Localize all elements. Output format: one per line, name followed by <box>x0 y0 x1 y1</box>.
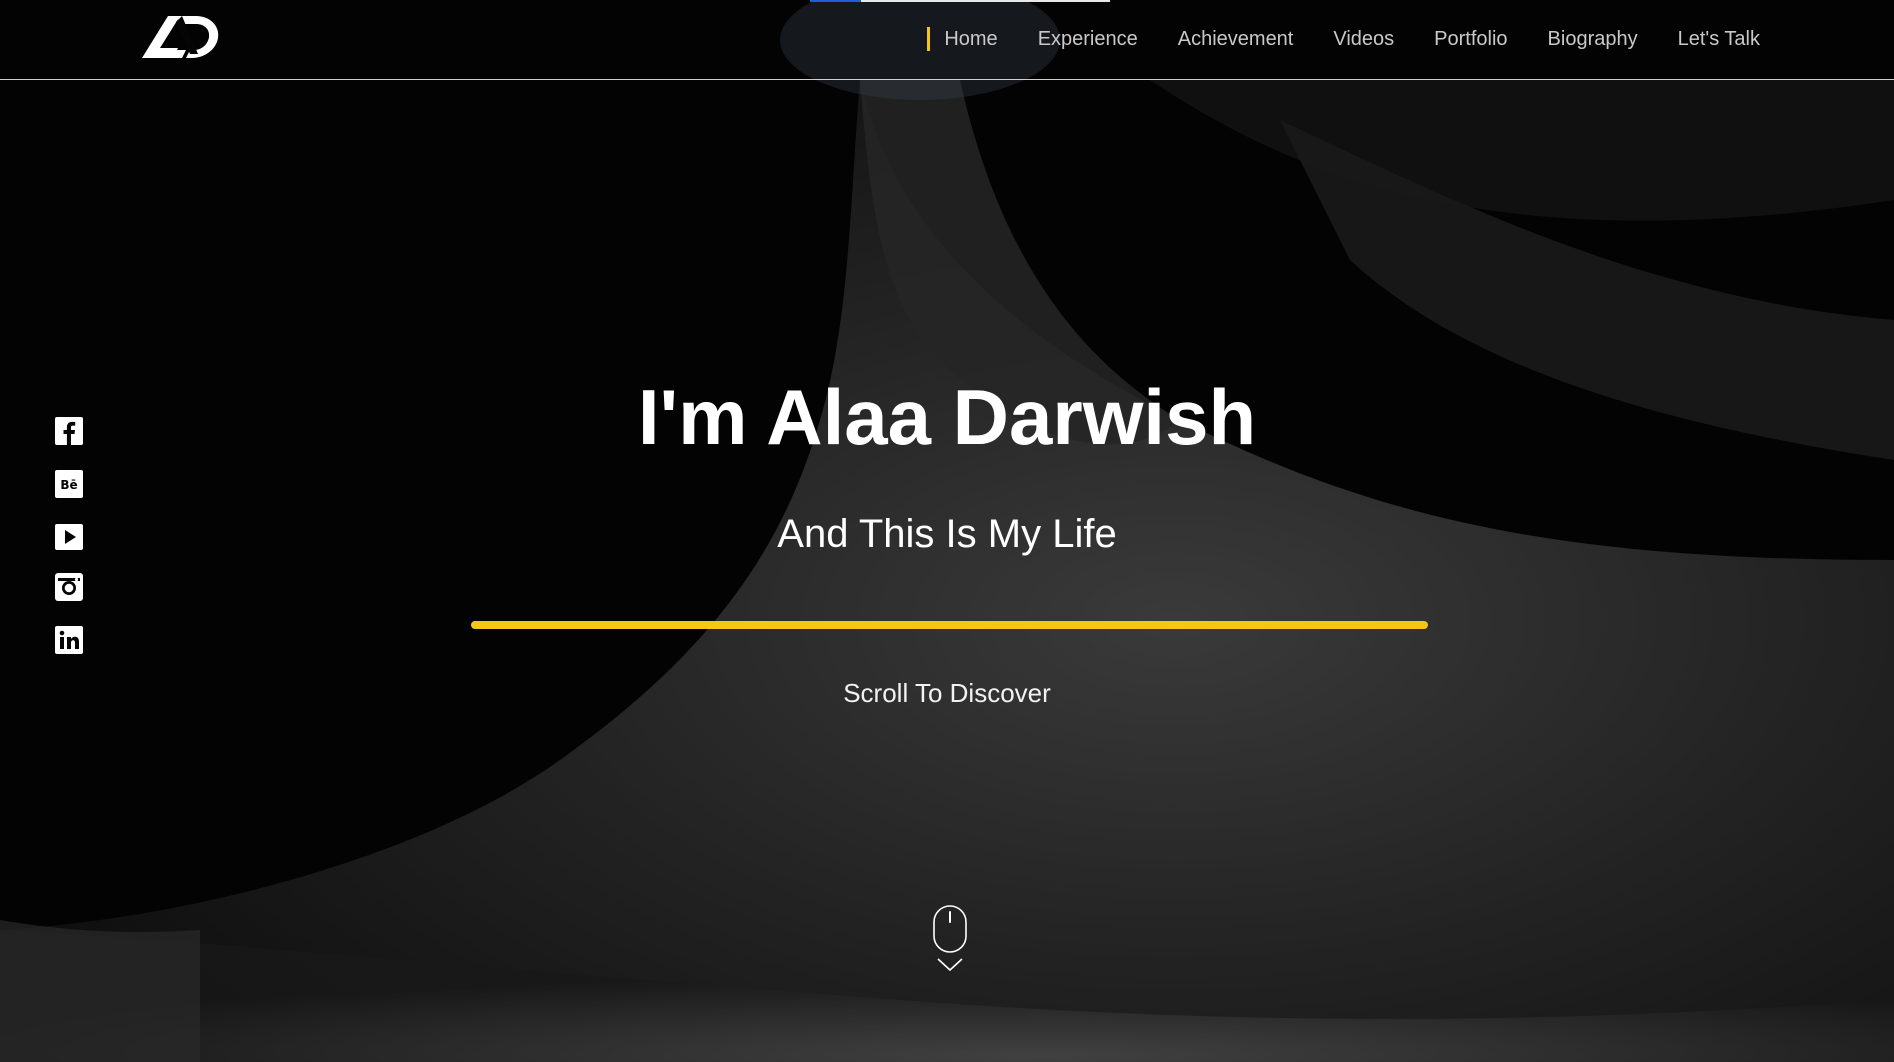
nav-item-home[interactable]: Home <box>944 26 997 52</box>
site-header: Home Experience Achievement Videos Portf… <box>0 0 1894 80</box>
page: Home Experience Achievement Videos Portf… <box>0 0 1894 1062</box>
nav-item-achievement[interactable]: Achievement <box>1178 26 1294 52</box>
hero-divider <box>471 621 1428 629</box>
instagram-icon[interactable] <box>54 572 84 602</box>
svg-text:Bē: Bē <box>60 478 77 492</box>
nav-item-lets-talk[interactable]: Let's Talk <box>1678 26 1760 52</box>
nav-item-portfolio[interactable]: Portfolio <box>1434 26 1507 52</box>
nav-active-indicator <box>927 27 931 51</box>
nav-item-biography[interactable]: Biography <box>1548 26 1638 52</box>
behance-icon[interactable]: Bē <box>54 469 84 499</box>
ad-monogram-logo[interactable] <box>138 10 222 62</box>
hero-title: I'm Alaa Darwish <box>637 373 1257 461</box>
scroll-to-discover-label: Scroll To Discover <box>843 678 1051 708</box>
nav-item-experience[interactable]: Experience <box>1038 26 1138 52</box>
mouse-scroll-icon[interactable] <box>931 904 969 974</box>
nav-item-videos[interactable]: Videos <box>1333 26 1394 52</box>
main-nav: Home Experience Achievement Videos Portf… <box>927 26 1760 52</box>
linkedin-icon[interactable] <box>54 625 84 655</box>
hero-subtitle: And This Is My Life <box>777 512 1117 556</box>
